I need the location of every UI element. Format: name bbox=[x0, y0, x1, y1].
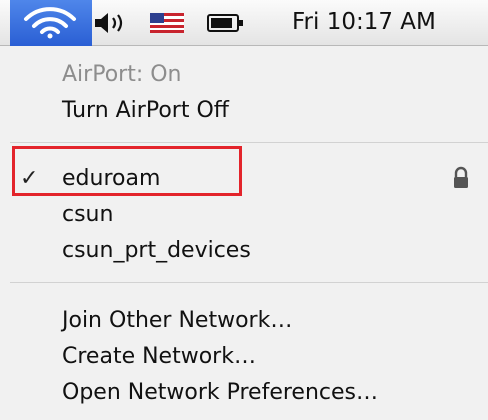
menu-separator bbox=[10, 282, 488, 283]
menu-separator bbox=[10, 142, 488, 143]
network-item-csun[interactable]: csun bbox=[62, 200, 113, 230]
battery-icon[interactable] bbox=[206, 12, 246, 34]
network-item-csun-prt-devices[interactable]: csun_prt_devices bbox=[62, 236, 251, 266]
menubar-clock[interactable]: Fri 10:17 AM bbox=[292, 9, 436, 35]
annotation-highlight-box bbox=[12, 146, 242, 196]
wifi-icon bbox=[24, 7, 76, 39]
create-network-item[interactable]: Create Network… bbox=[62, 342, 256, 372]
turn-airport-off-item[interactable]: Turn AirPort Off bbox=[62, 96, 229, 126]
join-other-network-item[interactable]: Join Other Network… bbox=[62, 306, 292, 336]
open-network-preferences-item[interactable]: Open Network Preferences… bbox=[62, 378, 378, 408]
airport-dropdown-menu: AirPort: On Turn AirPort Off ✓ eduroam c… bbox=[0, 46, 488, 420]
volume-icon[interactable] bbox=[92, 8, 132, 38]
us-flag-icon[interactable] bbox=[150, 13, 184, 33]
lock-icon bbox=[454, 166, 468, 188]
wifi-menu-extra[interactable] bbox=[10, 0, 92, 46]
airport-status-label: AirPort: On bbox=[62, 62, 182, 87]
menu-bar: Fri 10:17 AM bbox=[0, 0, 488, 46]
